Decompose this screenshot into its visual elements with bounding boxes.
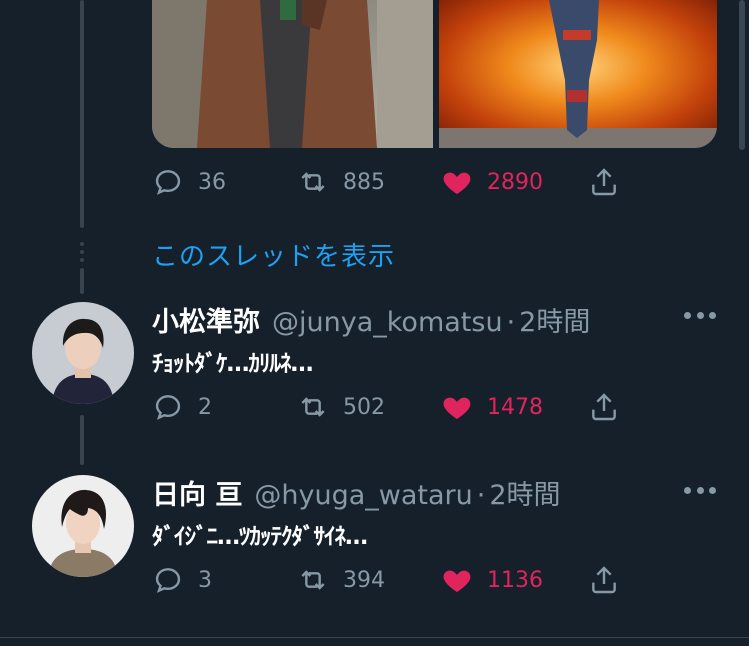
share-icon [592,566,616,594]
retweet-action[interactable]: 502 [297,391,385,423]
show-thread-link[interactable]: このスレッドを表示 [152,236,395,273]
thread-line-top [80,0,84,228]
like-count: 1478 [487,394,543,420]
scrollbar[interactable] [739,0,745,150]
heart-icon [443,570,471,592]
display-name[interactable]: 小松準弥 [152,300,260,339]
timestamp[interactable]: 2時間 [489,473,560,512]
thread-dots [80,242,84,262]
retweet-icon [301,397,325,417]
share-action[interactable] [588,166,620,198]
retweet-count: 394 [343,567,385,593]
separator: · [506,307,516,338]
retweet-action[interactable]: 394 [297,564,385,596]
separator: · [476,480,486,511]
reply-count: 3 [198,567,212,593]
retweet-count: 502 [343,394,385,420]
share-action[interactable] [588,564,620,596]
reply-action[interactable]: 2 [152,391,212,423]
heart-icon [443,397,471,419]
like-count: 2890 [487,169,543,195]
tweet-image-2[interactable] [439,0,717,148]
reply-action[interactable]: 36 [152,166,226,198]
reply-count: 2 [198,394,212,420]
avatar[interactable] [32,302,134,404]
retweet-action[interactable]: 885 [297,166,385,198]
like-count: 1136 [487,567,543,593]
thread-line-between [80,415,84,465]
tweet-text: ﾁｮｯﾄﾀﾞｹ…ｶﾘﾙﾈ… [152,351,313,377]
username-handle[interactable]: @junya_komatsu [272,307,503,338]
display-name[interactable]: 日向 亘 [152,473,242,512]
tweet-image-1[interactable] [152,0,433,148]
reply-icon [155,395,181,420]
more-icon[interactable] [684,310,716,320]
retweet-count: 885 [343,169,385,195]
retweet-icon [301,172,325,192]
thread-line-mid [80,268,84,294]
timestamp[interactable]: 2時間 [519,300,590,339]
share-icon [592,168,616,196]
tweet-header: 日向 亘 @hyuga_wataru · 2時間 [152,473,561,512]
username-handle[interactable]: @hyuga_wataru [254,480,472,511]
share-action[interactable] [588,391,620,423]
like-action[interactable]: 1478 [441,391,543,423]
tweet-divider [0,637,749,638]
reply-count: 36 [198,169,226,195]
share-icon [592,393,616,421]
more-icon[interactable] [684,485,716,495]
avatar[interactable] [32,475,134,577]
retweet-icon [301,570,325,590]
tweet-text: ﾀﾞｲｼﾞﾆ…ﾂｶｯﾃｸﾀﾞｻｲﾈ… [152,524,368,550]
heart-icon [443,172,471,194]
reply-icon [155,568,181,593]
like-action[interactable]: 1136 [441,564,543,596]
like-action[interactable]: 2890 [441,166,543,198]
tweet-header: 小松準弥 @junya_komatsu · 2時間 [152,300,590,339]
reply-action[interactable]: 3 [152,564,212,596]
reply-icon [155,170,181,195]
